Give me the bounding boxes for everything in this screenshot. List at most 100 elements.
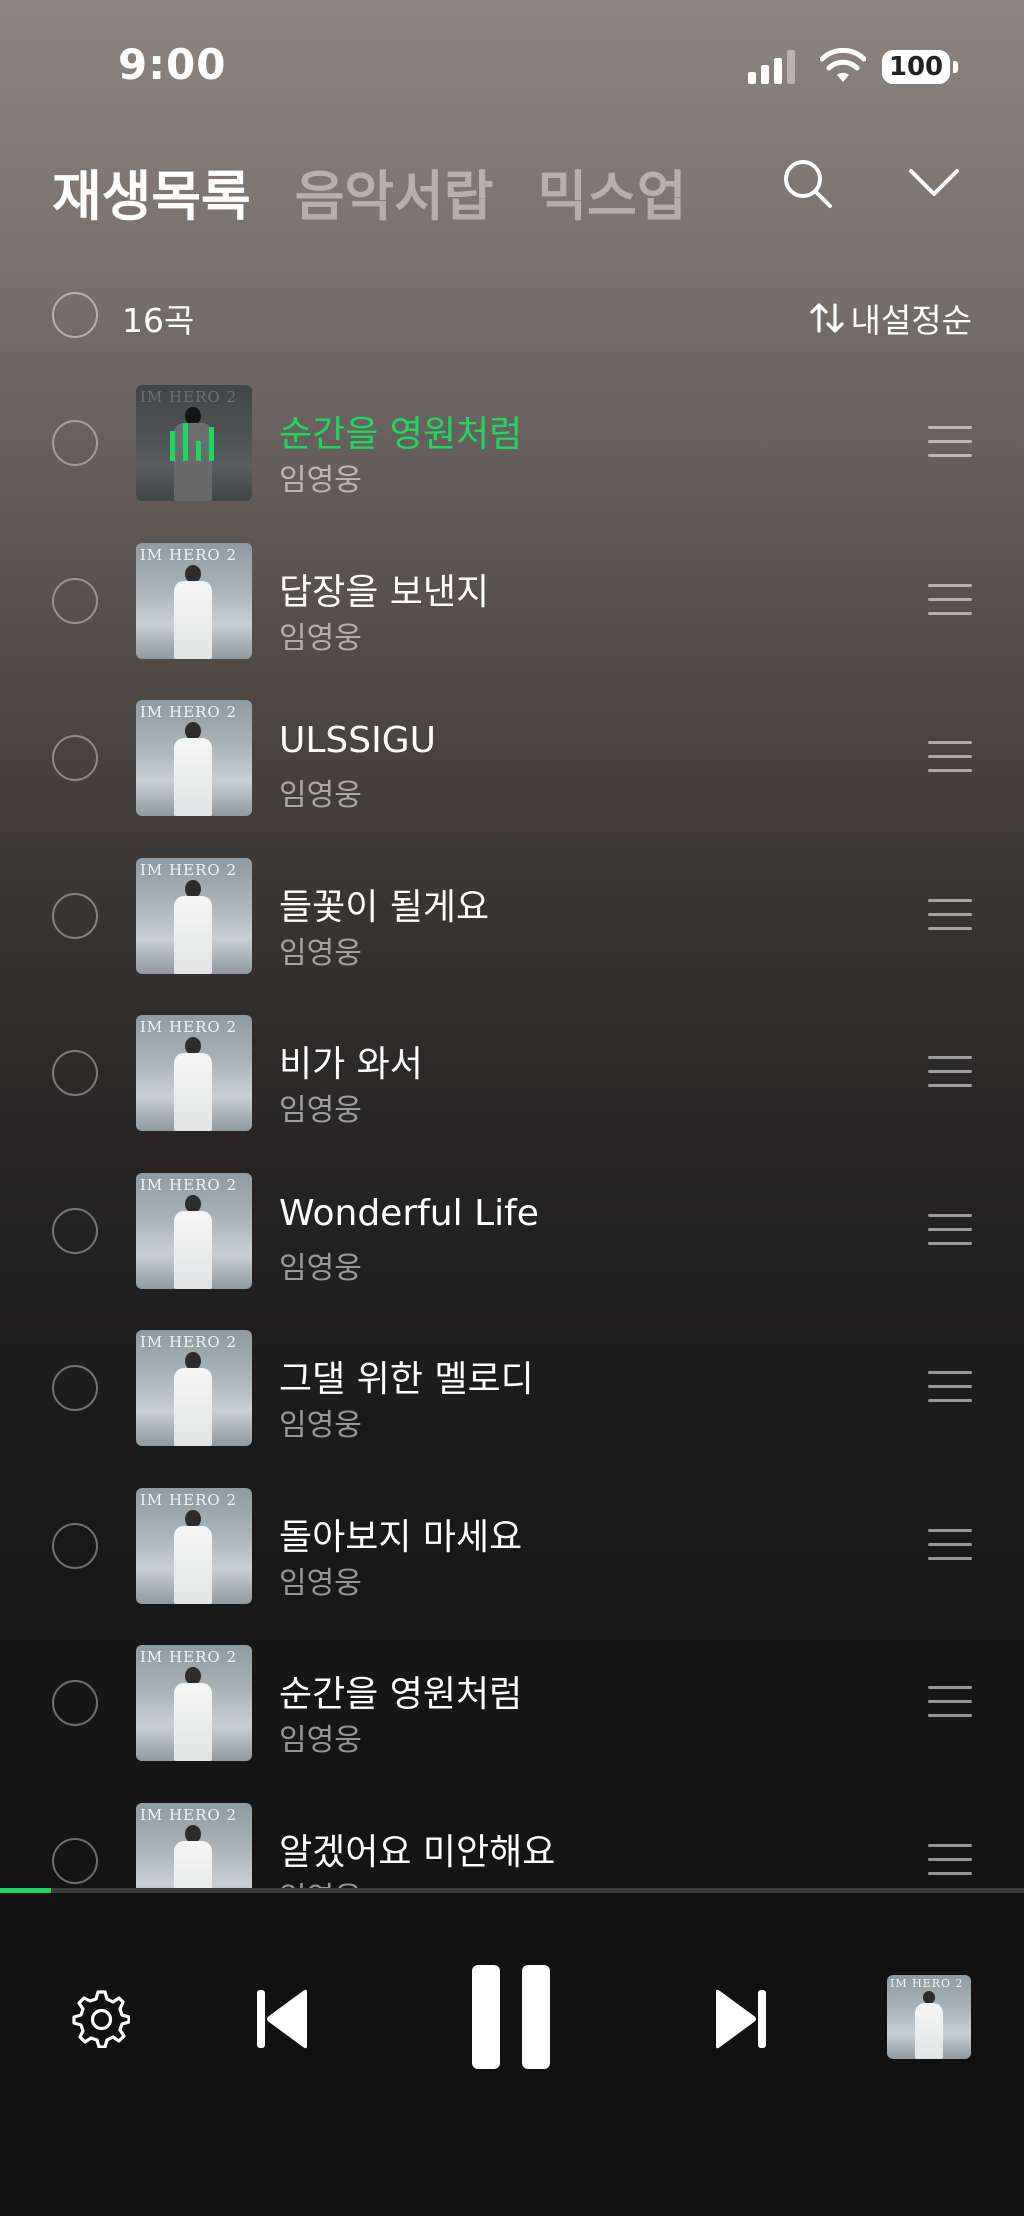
- sort-icon: [809, 303, 844, 333]
- list-item[interactable]: IM HERO 2 ULSSIGU 임영웅: [0, 680, 1024, 838]
- search-icon[interactable]: [782, 158, 834, 210]
- drag-handle-icon[interactable]: [928, 583, 972, 616]
- pause-icon[interactable]: [470, 1963, 552, 2071]
- list-item[interactable]: IM HERO 2 비가 와서 임영웅: [0, 995, 1024, 1153]
- album-figure: [174, 738, 212, 816]
- drag-handle-icon[interactable]: [928, 426, 972, 458]
- album-art-text: IM HERO 2: [140, 545, 237, 564]
- list-header: 16곡 내설정순: [52, 290, 972, 340]
- battery-indicator: 100: [882, 50, 950, 84]
- track-title: 그댈 위한 멜로디: [279, 1359, 534, 1400]
- album-figure: [915, 2003, 943, 2059]
- track-checkbox[interactable]: [52, 1522, 98, 1569]
- battery-nub: [953, 61, 958, 73]
- track-checkbox[interactable]: [52, 1207, 98, 1254]
- tab-playlist[interactable]: 재생목록: [52, 152, 251, 231]
- album-figure: [185, 1509, 201, 1528]
- status-bar: 9:00 100: [0, 0, 1024, 130]
- chevron-down-icon[interactable]: [908, 168, 960, 198]
- track-artist: 임영웅: [279, 1408, 362, 1443]
- album-art: IM HERO 2: [136, 1330, 252, 1446]
- equalizer-icon: [170, 421, 218, 461]
- album-art: IM HERO 2: [136, 1802, 252, 1890]
- album-art: IM HERO 2: [136, 385, 252, 501]
- sort-button[interactable]: 내설정순: [809, 294, 972, 342]
- track-title: 순간을 영원처럼: [279, 1674, 523, 1715]
- now-playing-overlay: [136, 385, 252, 501]
- drag-handle-icon[interactable]: [928, 1686, 972, 1718]
- drag-handle-icon[interactable]: [928, 1528, 972, 1561]
- track-title: Wonderful Life: [279, 1192, 539, 1234]
- album-art: IM HERO 2: [136, 542, 252, 659]
- album-art-text: IM HERO 2: [140, 703, 237, 721]
- track-checkbox[interactable]: [52, 1365, 98, 1411]
- tab-mixup[interactable]: 믹스업: [537, 152, 686, 231]
- sort-label: 내설정순: [850, 301, 972, 340]
- track-title: 알겠어요 미안해요: [279, 1831, 556, 1873]
- album-art-text: IM HERO 2: [140, 1175, 237, 1194]
- album-art: IM HERO 2: [136, 1015, 252, 1131]
- previous-icon[interactable]: [255, 1988, 311, 2050]
- album-figure: [174, 580, 212, 659]
- drag-handle-icon[interactable]: [928, 741, 972, 773]
- track-artist: 임영웅: [279, 778, 362, 813]
- track-artist: 임영웅: [279, 1565, 362, 1601]
- track-list: IM HERO 2 순간을 영원처럼 임영웅 IM HERO 2 답장을 보낸지…: [0, 365, 1024, 1890]
- track-artist: 임영웅: [279, 1093, 362, 1128]
- album-figure: [185, 1824, 201, 1843]
- list-item[interactable]: IM HERO 2 들꽃이 될게요 임영웅: [0, 838, 1024, 996]
- drag-handle-icon[interactable]: [928, 1371, 972, 1403]
- album-art: IM HERO 2: [136, 1172, 252, 1289]
- tab-music-drawer[interactable]: 음악서랍: [295, 152, 494, 231]
- album-art: IM HERO 2: [136, 700, 252, 816]
- track-artist: 임영웅: [279, 1250, 362, 1286]
- drag-handle-icon[interactable]: [928, 1843, 972, 1876]
- now-playing-album-art[interactable]: IM HERO 2: [887, 1975, 971, 2059]
- drag-handle-icon[interactable]: [928, 898, 972, 931]
- track-checkbox[interactable]: [52, 1837, 98, 1884]
- wifi-icon: [820, 48, 866, 82]
- list-item[interactable]: IM HERO 2 순간을 영원처럼 임영웅: [0, 365, 1024, 523]
- status-time: 9:00: [118, 40, 227, 89]
- select-all-checkbox[interactable]: [52, 292, 98, 338]
- list-item[interactable]: IM HERO 2 Wonderful Life 임영웅: [0, 1153, 1024, 1311]
- album-figure: [185, 879, 201, 898]
- album-figure: [185, 1194, 201, 1213]
- track-title: 비가 와서: [279, 1044, 423, 1085]
- track-artist: 임영웅: [279, 463, 362, 498]
- track-title: ULSSIGU: [279, 720, 436, 761]
- track-artist: 임영웅: [279, 935, 362, 971]
- album-figure: [174, 1368, 212, 1446]
- track-checkbox[interactable]: [52, 420, 98, 466]
- list-item[interactable]: IM HERO 2 그댈 위한 멜로디 임영웅: [0, 1310, 1024, 1468]
- track-artist: 임영웅: [279, 620, 362, 656]
- album-art-text: IM HERO 2: [140, 1018, 237, 1036]
- album-art-text: IM HERO 2: [140, 860, 237, 879]
- next-icon[interactable]: [712, 1988, 768, 2050]
- album-figure: [174, 1210, 212, 1289]
- album-figure: [174, 1525, 212, 1604]
- album-art-text: IM HERO 2: [140, 1333, 237, 1351]
- track-checkbox[interactable]: [52, 735, 98, 781]
- track-checkbox[interactable]: [52, 577, 98, 624]
- track-title: 들꽃이 될게요: [279, 886, 490, 928]
- album-art: IM HERO 2: [136, 857, 252, 974]
- album-art-text: IM HERO 2: [140, 1805, 237, 1824]
- drag-handle-icon[interactable]: [928, 1056, 972, 1088]
- album-art: IM HERO 2: [136, 1487, 252, 1604]
- track-artist: 임영웅: [279, 1723, 362, 1758]
- cellular-signal-icon: [748, 50, 795, 84]
- gear-icon[interactable]: [70, 1988, 130, 2048]
- track-checkbox[interactable]: [52, 1680, 98, 1726]
- list-item[interactable]: IM HERO 2 알겠어요 미안해요 임영웅: [0, 1783, 1024, 1890]
- header-tabs: 재생목록 음악서랍 믹스업: [52, 152, 687, 231]
- list-item[interactable]: IM HERO 2 답장을 보낸지 임영웅: [0, 523, 1024, 681]
- track-checkbox[interactable]: [52, 892, 98, 939]
- album-figure: [174, 1683, 212, 1761]
- album-art: IM HERO 2: [136, 1645, 252, 1761]
- list-item[interactable]: IM HERO 2 돌아보지 마세요 임영웅: [0, 1468, 1024, 1626]
- track-checkbox[interactable]: [52, 1050, 98, 1096]
- drag-handle-icon[interactable]: [928, 1213, 972, 1246]
- track-count: 16곡: [122, 301, 195, 340]
- list-item[interactable]: IM HERO 2 순간을 영원처럼 임영웅: [0, 1625, 1024, 1783]
